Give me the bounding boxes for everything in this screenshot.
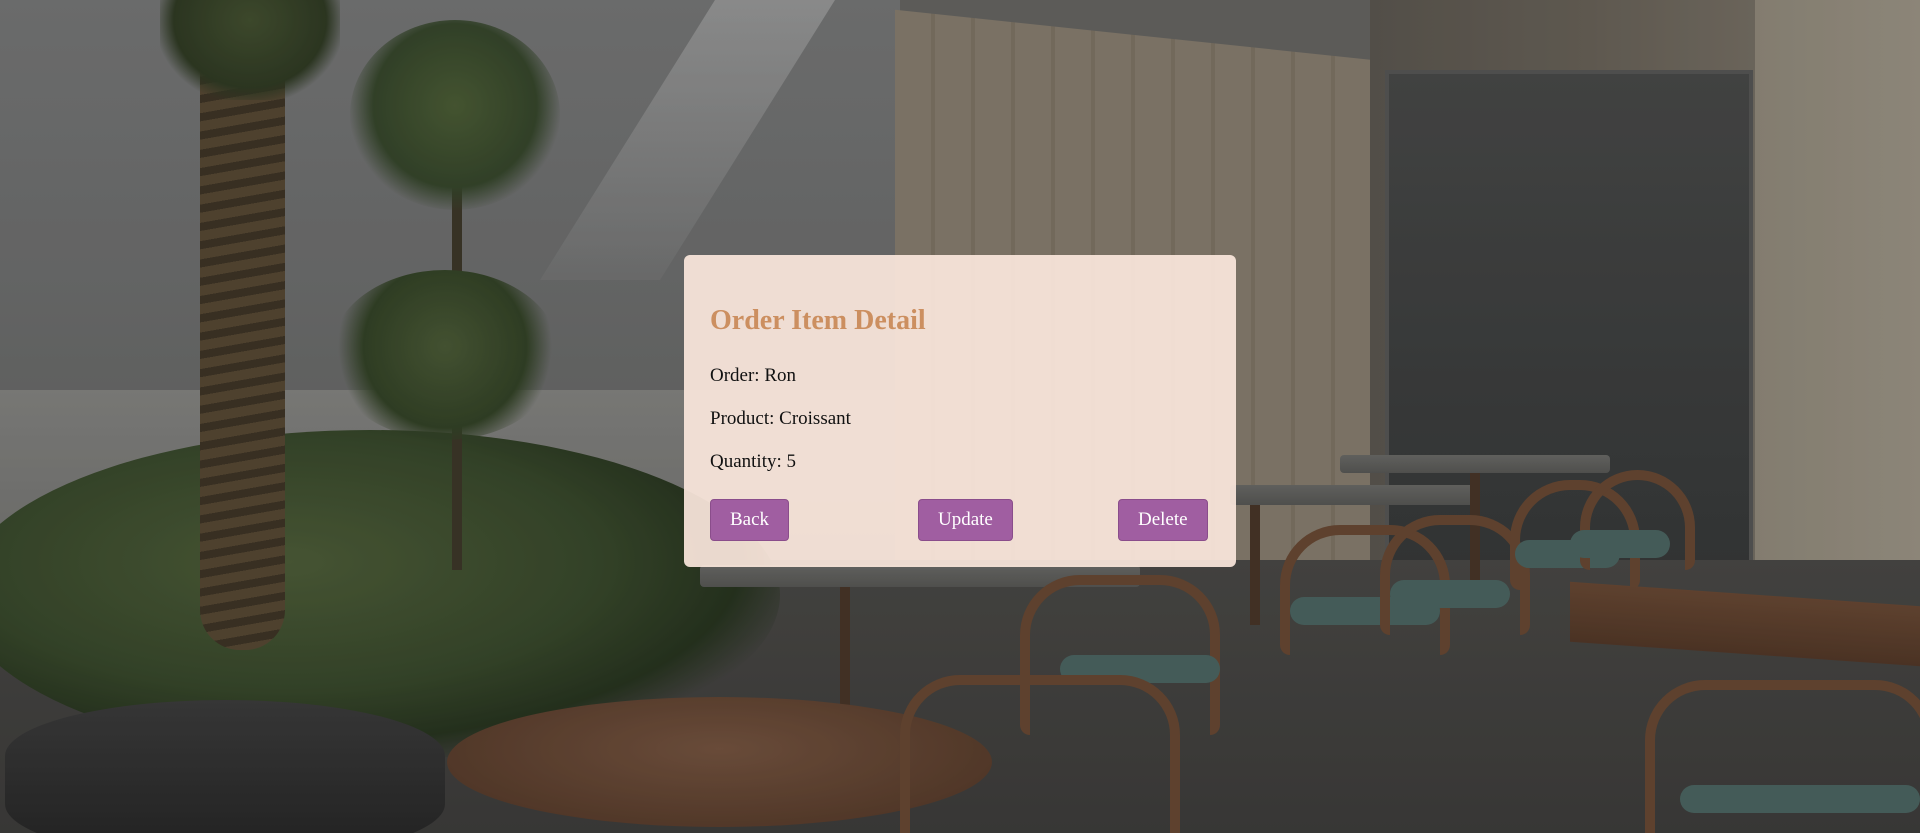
- quantity-field: Quantity: 5: [710, 451, 796, 473]
- order-item-detail-card: Order Item Detail Order: Ron Product: Cr…: [684, 255, 1236, 567]
- order-field: Order: Ron: [710, 365, 796, 387]
- card-title: Order Item Detail: [710, 305, 926, 336]
- product-value: Croissant: [779, 408, 851, 429]
- product-field: Product: Croissant: [710, 408, 851, 430]
- back-button[interactable]: Back: [710, 499, 790, 541]
- delete-button[interactable]: Delete: [1118, 499, 1208, 541]
- order-value: Ron: [764, 365, 797, 386]
- quantity-label: Quantity:: [710, 451, 787, 472]
- quantity-value: 5: [786, 451, 797, 472]
- update-button[interactable]: Update: [918, 499, 1013, 541]
- order-label: Order:: [710, 365, 765, 386]
- product-label: Product:: [710, 408, 780, 429]
